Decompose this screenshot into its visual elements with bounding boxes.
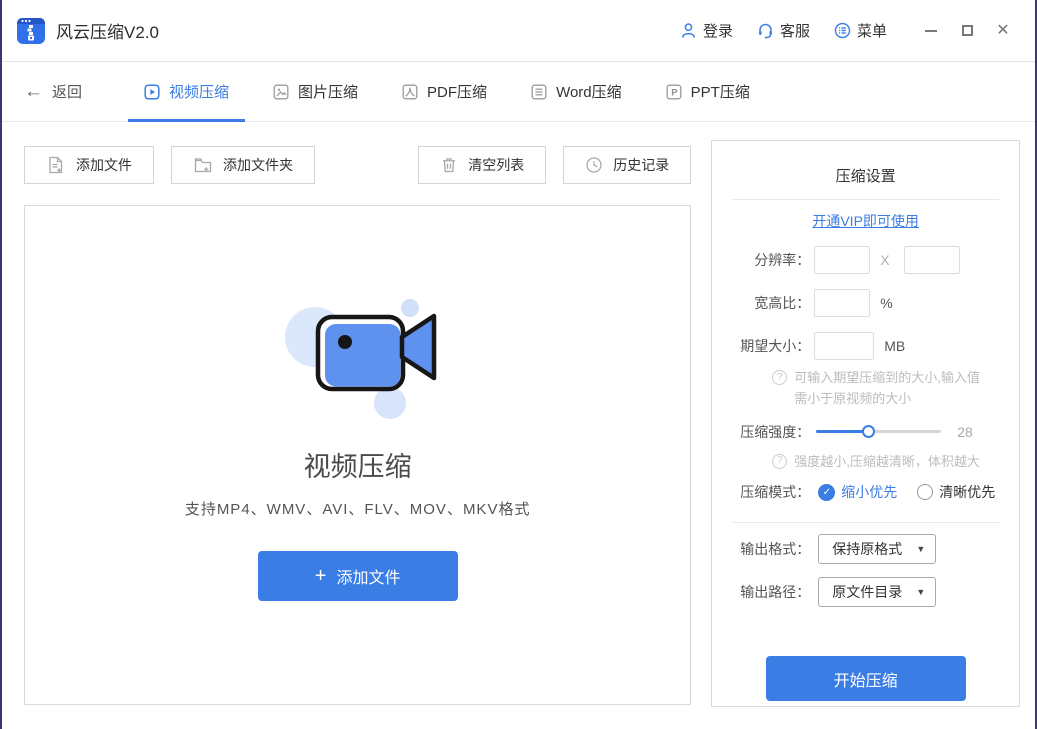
question-icon: ? xyxy=(772,454,787,469)
aspect-ratio-row: 宽高比： % xyxy=(724,289,1019,317)
aspect-ratio-label: 宽高比： xyxy=(724,293,810,313)
output-format-dropdown[interactable]: 保持原格式 ▼ xyxy=(818,534,936,564)
settings-sidebar: 压缩设置 开通VIP即可使用 分辨率： X 宽高比： % 期望大小： MB ? xyxy=(711,140,1020,707)
mode-row: 压缩模式： ✓ 缩小优先 清晰优先 xyxy=(724,478,1019,506)
output-format-row: 输出格式： 保持原格式 ▼ xyxy=(724,535,1019,563)
document-lines-icon xyxy=(531,84,547,100)
target-size-unit: MB xyxy=(884,338,905,354)
target-size-input[interactable] xyxy=(814,332,874,360)
tab-video-compress[interactable]: 视频压缩 xyxy=(122,62,251,122)
chevron-down-icon: ▼ xyxy=(916,544,925,554)
titlebar-menu: 登录 客服 xyxy=(680,20,887,41)
resolution-row: 分辨率： X xyxy=(724,246,1019,274)
ppt-icon: P xyxy=(666,84,682,100)
video-play-icon xyxy=(144,84,160,100)
headset-icon xyxy=(757,22,774,39)
resolution-width-input[interactable] xyxy=(814,246,870,274)
strength-value: 28 xyxy=(957,424,973,440)
menu-button[interactable]: 菜单 xyxy=(834,20,887,41)
add-file-button[interactable]: 添加文件 xyxy=(24,146,154,184)
clock-icon xyxy=(585,156,603,174)
file-drop-panel[interactable]: 视频压缩 支持MP4、WMV、AVI、FLV、MOV、MKV格式 + 添加文件 xyxy=(24,205,691,705)
customer-service-button[interactable]: 客服 xyxy=(757,20,810,41)
radio-checked-icon: ✓ xyxy=(818,484,835,501)
aspect-ratio-input[interactable] xyxy=(814,289,870,317)
tab-ppt-compress[interactable]: P PPT压缩 xyxy=(644,62,772,122)
back-arrow-icon: ← xyxy=(24,81,43,103)
output-path-row: 输出路径： 原文件目录 ▼ xyxy=(724,578,1019,606)
close-button[interactable]: ✕ xyxy=(989,17,1017,45)
divider xyxy=(732,199,999,200)
close-icon: ✕ xyxy=(996,23,1009,39)
file-plus-icon xyxy=(46,155,66,175)
back-button[interactable]: ← 返回 xyxy=(24,81,82,103)
clear-list-button[interactable]: 清空列表 xyxy=(418,146,546,184)
minimize-button[interactable] xyxy=(917,17,945,45)
output-path-dropdown[interactable]: 原文件目录 ▼ xyxy=(818,577,936,607)
titlebar: 风云压缩V2.0 登录 xyxy=(2,0,1035,62)
divider xyxy=(732,522,999,523)
maximize-button[interactable] xyxy=(953,17,981,45)
tabbar: ← 返回 视频压缩 xyxy=(2,62,1035,122)
pdf-icon xyxy=(402,84,418,100)
resolution-height-input[interactable] xyxy=(904,246,960,274)
target-size-label: 期望大小： xyxy=(724,336,810,356)
resolution-x-separator: X xyxy=(880,252,889,268)
slider-handle[interactable] xyxy=(862,425,875,438)
strength-label: 压缩强度： xyxy=(724,422,810,442)
minimize-icon xyxy=(925,30,937,32)
history-button[interactable]: 历史记录 xyxy=(563,146,691,184)
app-logo-icon xyxy=(16,16,46,46)
vip-link[interactable]: 开通VIP即可使用 xyxy=(812,213,919,229)
video-camera-illustration xyxy=(263,291,453,423)
resolution-label: 分辨率： xyxy=(724,250,810,270)
left-column: 添加文件 添加文件夹 xyxy=(24,140,691,707)
output-format-label: 输出格式： xyxy=(724,539,810,559)
strength-row: 压缩强度： 28 xyxy=(724,418,1019,446)
content: 添加文件 添加文件夹 xyxy=(2,122,1035,707)
maximize-icon xyxy=(962,25,973,36)
login-button[interactable]: 登录 xyxy=(680,20,733,41)
aspect-ratio-unit: % xyxy=(880,295,892,311)
window-controls: ✕ xyxy=(917,17,1017,45)
tab-image-compress[interactable]: 图片压缩 xyxy=(251,62,380,122)
plus-icon: + xyxy=(315,566,327,586)
tab-word-compress[interactable]: Word压缩 xyxy=(509,62,644,122)
image-icon xyxy=(273,84,289,100)
add-folder-button[interactable]: 添加文件夹 xyxy=(171,146,315,184)
toolbar: 添加文件 添加文件夹 xyxy=(24,146,691,184)
panel-title: 视频压缩 xyxy=(304,445,412,484)
start-compress-button[interactable]: 开始压缩 xyxy=(766,656,966,701)
chevron-down-icon: ▼ xyxy=(916,587,925,597)
tabs: 视频压缩 图片压缩 P xyxy=(122,62,772,122)
radio-shrink-priority[interactable]: ✓ 缩小优先 xyxy=(818,482,897,502)
folder-plus-icon xyxy=(193,155,213,175)
app-window: 风云压缩V2.0 登录 xyxy=(0,0,1037,729)
output-path-label: 输出路径： xyxy=(724,582,810,602)
target-size-row: 期望大小： MB xyxy=(724,332,1019,360)
target-size-hint: ? 可输入期望压缩到的大小,输入值 需小于原视频的大小 xyxy=(772,368,1019,410)
radio-unchecked-icon xyxy=(917,484,933,500)
question-icon: ? xyxy=(772,370,787,385)
radio-clarity-priority[interactable]: 清晰优先 xyxy=(917,482,995,502)
svg-text:P: P xyxy=(671,87,678,98)
user-icon xyxy=(680,22,697,39)
settings-title: 压缩设置 xyxy=(712,165,1019,186)
mode-label: 压缩模式： xyxy=(724,482,810,502)
strength-hint: ? 强度越小,压缩越清晰，体积越大 xyxy=(772,452,1019,473)
tab-pdf-compress[interactable]: PDF压缩 xyxy=(380,62,509,122)
trash-icon xyxy=(440,156,458,174)
supported-formats: 支持MP4、WMV、AVI、FLV、MOV、MKV格式 xyxy=(185,498,531,519)
strength-slider[interactable] xyxy=(816,425,941,438)
menu-list-icon xyxy=(834,22,851,39)
app-title: 风云压缩V2.0 xyxy=(56,18,159,43)
add-file-primary-button[interactable]: + 添加文件 xyxy=(258,551,458,601)
